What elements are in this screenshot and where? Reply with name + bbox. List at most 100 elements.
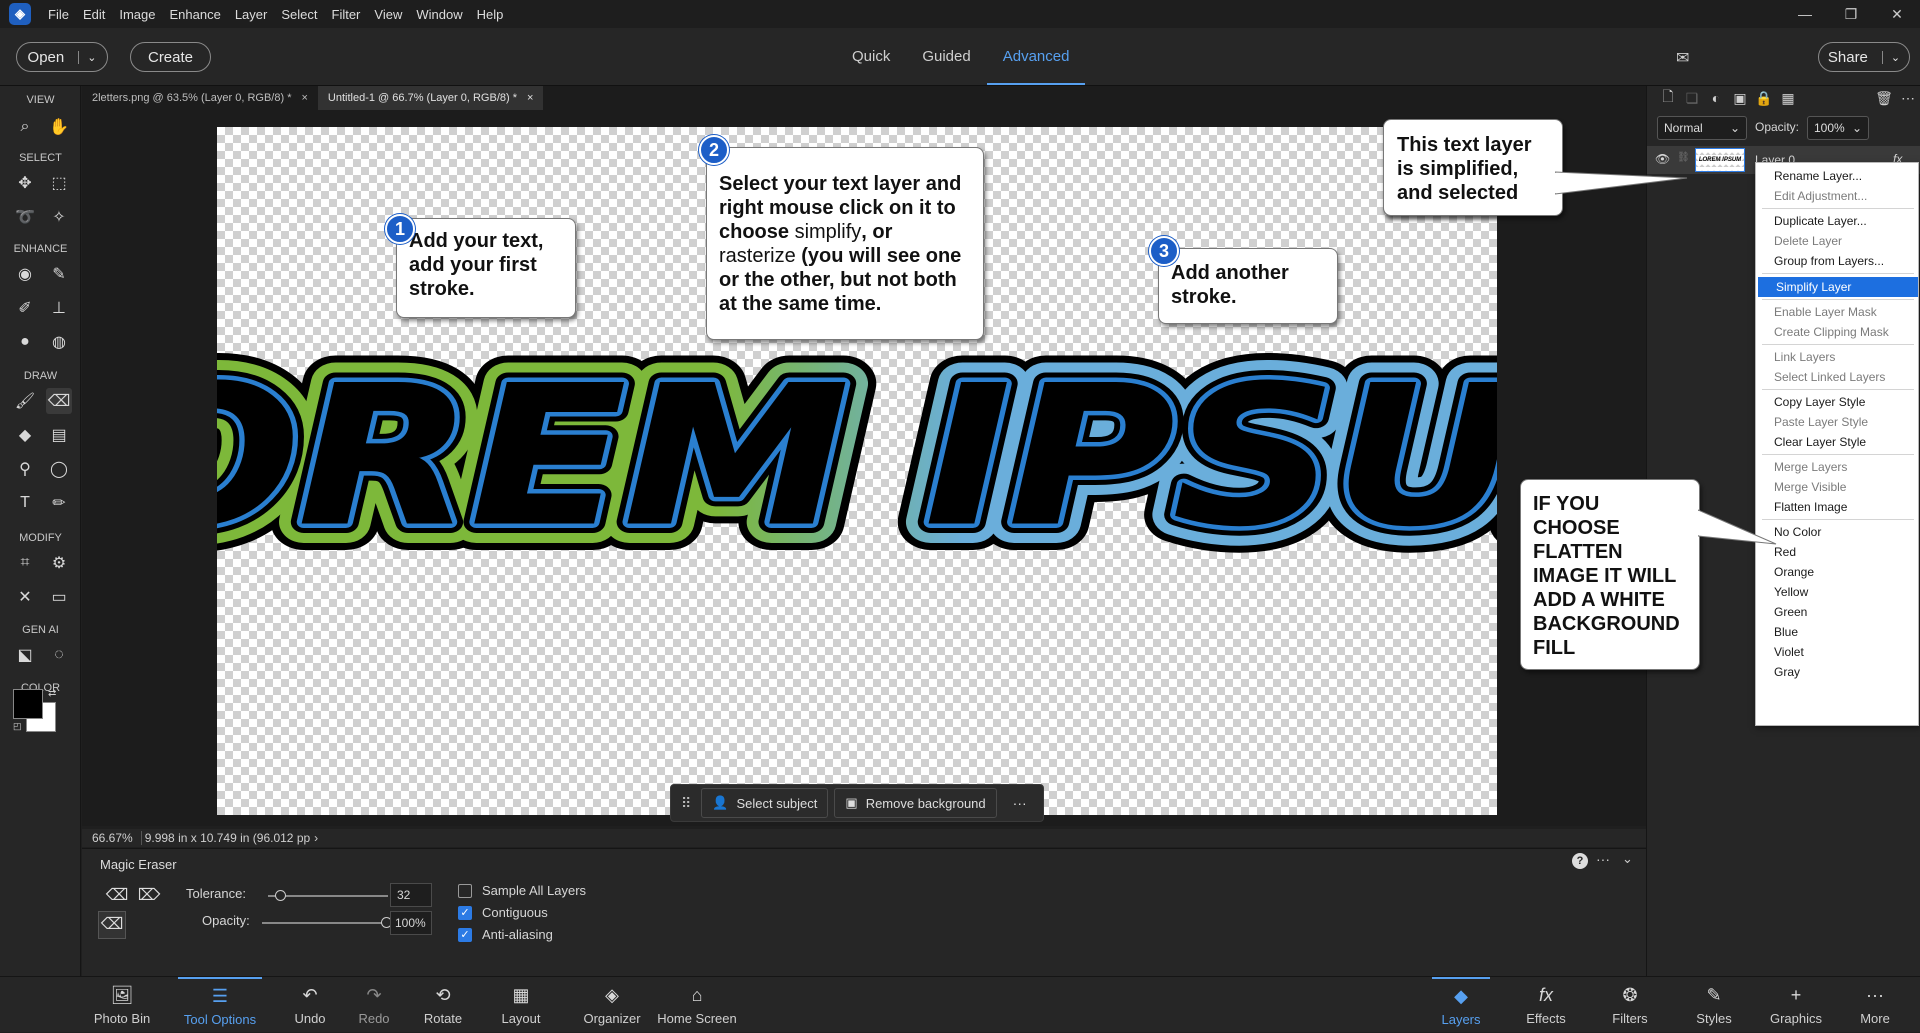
close-icon[interactable]: × [301,92,307,104]
filters-button[interactable]: ❂ Filters [1602,977,1658,1033]
menu-item-simplify-layer[interactable]: Simplify Layer [1758,277,1918,297]
red-eye-icon[interactable]: ◉ [12,261,38,287]
gradient-icon[interactable]: ▤ [46,422,72,448]
open-button[interactable]: Open ⌄ [16,42,108,72]
layer-opacity-select[interactable]: 100% ⌄ [1807,116,1869,140]
help-icon[interactable]: ? [1572,853,1588,869]
chevron-down-icon[interactable]: ⌄ [1622,851,1633,867]
recompose-icon[interactable]: ⚙ [46,550,72,576]
spot-healing-icon[interactable]: ✎ [46,261,72,287]
generative-fill-icon[interactable]: ⬕ [12,642,38,668]
menu-item-flatten-image[interactable]: Flatten Image [1756,497,1918,517]
effects-button[interactable]: fx Effects [1518,977,1574,1033]
menu-item-violet[interactable]: Violet [1756,642,1918,662]
undo-button[interactable]: ↶ Undo [286,977,334,1033]
menu-item-red[interactable]: Red [1756,542,1918,562]
eyedropper-icon[interactable]: ⚲ [12,456,38,482]
close-icon[interactable]: × [527,92,533,104]
menu-layer[interactable]: Layer [228,7,275,22]
home-screen-button[interactable]: ⌂ Home Screen [654,977,740,1033]
blend-mode-select[interactable]: Normal ⌄ [1657,116,1747,140]
paint-bucket-icon[interactable]: ◆ [12,422,38,448]
close-icon[interactable]: ✕ [1874,0,1920,28]
tolerance-input[interactable]: 32 [390,883,432,907]
magic-eraser-option-icon[interactable]: ⌫ [98,911,126,939]
menu-item-gray[interactable]: Gray [1756,662,1918,682]
status-menu-arrow[interactable]: › [310,831,318,845]
mail-icon[interactable]: ✉ [1676,48,1689,68]
menu-item-group-from-layers[interactable]: Group from Layers... [1756,251,1918,271]
ellipse-icon[interactable]: ◯ [46,456,72,482]
create-button[interactable]: Create [130,42,211,72]
brush-icon[interactable]: 🖌 [12,388,38,414]
tab-guided[interactable]: Guided [906,28,986,85]
new-group-icon[interactable]: ❏ [1681,86,1703,110]
grip-icon[interactable]: ⠿ [677,795,695,812]
redo-button[interactable]: ↷ Redo [350,977,398,1033]
anti-aliasing-checkbox[interactable]: ✓ [458,928,472,942]
layout-button[interactable]: ▦ Layout [494,977,548,1033]
type-icon[interactable]: T [12,490,38,516]
remove-background-button[interactable]: ▣ Remove background [834,788,997,818]
graphics-button[interactable]: + Graphics [1762,977,1830,1033]
tab-quick[interactable]: Quick [836,28,906,85]
menu-item-no-color[interactable]: No Color [1756,522,1918,542]
menu-item-rename-layer[interactable]: Rename Layer... [1756,166,1918,186]
move-icon[interactable]: ✥ [12,170,38,196]
styles-button[interactable]: ✎ Styles [1688,977,1740,1033]
menu-item-duplicate-layer[interactable]: Duplicate Layer... [1756,211,1918,231]
sample-all-layers-checkbox[interactable] [458,884,472,898]
contiguous-checkbox[interactable]: ✓ [458,906,472,920]
menu-edit[interactable]: Edit [76,7,112,22]
crop-icon[interactable]: ⌗ [12,550,38,576]
menu-item-yellow[interactable]: Yellow [1756,582,1918,602]
menu-file[interactable]: File [41,7,76,22]
default-colors-icon[interactable]: ◰ [13,721,22,732]
new-layer-icon[interactable]: 🗋 [1657,86,1679,110]
zoom-level[interactable]: 66.67% [82,831,142,845]
foreground-color-swatch[interactable] [13,689,43,719]
minimize-icon[interactable]: — [1782,0,1828,28]
rotate-button[interactable]: ⟲ Rotate [418,977,468,1033]
menu-item-clear-layer-style[interactable]: Clear Layer Style [1756,432,1918,452]
menu-enhance[interactable]: Enhance [163,7,228,22]
blur-icon[interactable]: ● [12,329,38,355]
eraser-icon[interactable]: ⌫ [104,885,130,911]
doc-tab-2letters[interactable]: 2letters.png @ 63.5% (Layer 0, RGB/8) * … [82,86,318,110]
generative-remove-icon[interactable]: ◌ [46,642,72,668]
eye-icon[interactable]: 👁 [1655,152,1670,166]
more-options-button[interactable]: ··· [1003,795,1037,811]
magic-eraser-icon[interactable]: ⌫ [46,388,72,414]
select-subject-button[interactable]: 👤 Select subject [701,788,829,818]
tool-options-button[interactable]: ☰ Tool Options [178,977,262,1033]
tolerance-slider-track[interactable] [268,895,388,897]
trash-icon[interactable]: 🗑 [1873,86,1895,110]
menu-item-green[interactable]: Green [1756,602,1918,622]
marquee-icon[interactable]: ⬚ [46,170,72,196]
opacity-input[interactable]: 100% [390,911,432,935]
lasso-icon[interactable]: ➰ [12,204,38,230]
smart-brush-icon[interactable]: ✐ [12,295,38,321]
layer-mask-icon[interactable]: ▣ [1729,86,1751,110]
lock-transparency-icon[interactable]: ▦ [1777,86,1799,110]
menu-item-blue[interactable]: Blue [1756,622,1918,642]
menu-image[interactable]: Image [112,7,162,22]
link-icon[interactable]: ⛓ [1677,152,1690,163]
magic-wand-icon[interactable]: ✧ [46,204,72,230]
hand-icon[interactable]: ✋ [46,114,72,140]
opacity-slider-track[interactable] [262,922,386,924]
tolerance-slider-handle[interactable] [275,890,286,901]
straighten-icon[interactable]: ▭ [46,584,72,610]
maximize-icon[interactable]: ❐ [1828,0,1874,28]
background-eraser-icon[interactable]: ⌦ [136,885,162,911]
menu-filter[interactable]: Filter [325,7,368,22]
menu-select[interactable]: Select [274,7,324,22]
zoom-icon[interactable]: ⌕ [12,114,38,140]
lock-icon[interactable]: 🔒 [1753,86,1775,110]
menu-view[interactable]: View [367,7,409,22]
image-canvas[interactable]: LOREM IPSUM LOREM IPSUM LOREM IPSUM LORE… [217,127,1497,815]
adjustment-layer-icon[interactable]: ◐ [1705,86,1727,110]
doc-tab-untitled[interactable]: Untitled-1 @ 66.7% (Layer 0, RGB/8) * × [317,86,544,110]
content-aware-move-icon[interactable]: ✕ [12,584,38,610]
pencil-icon[interactable]: ✏ [46,490,72,516]
